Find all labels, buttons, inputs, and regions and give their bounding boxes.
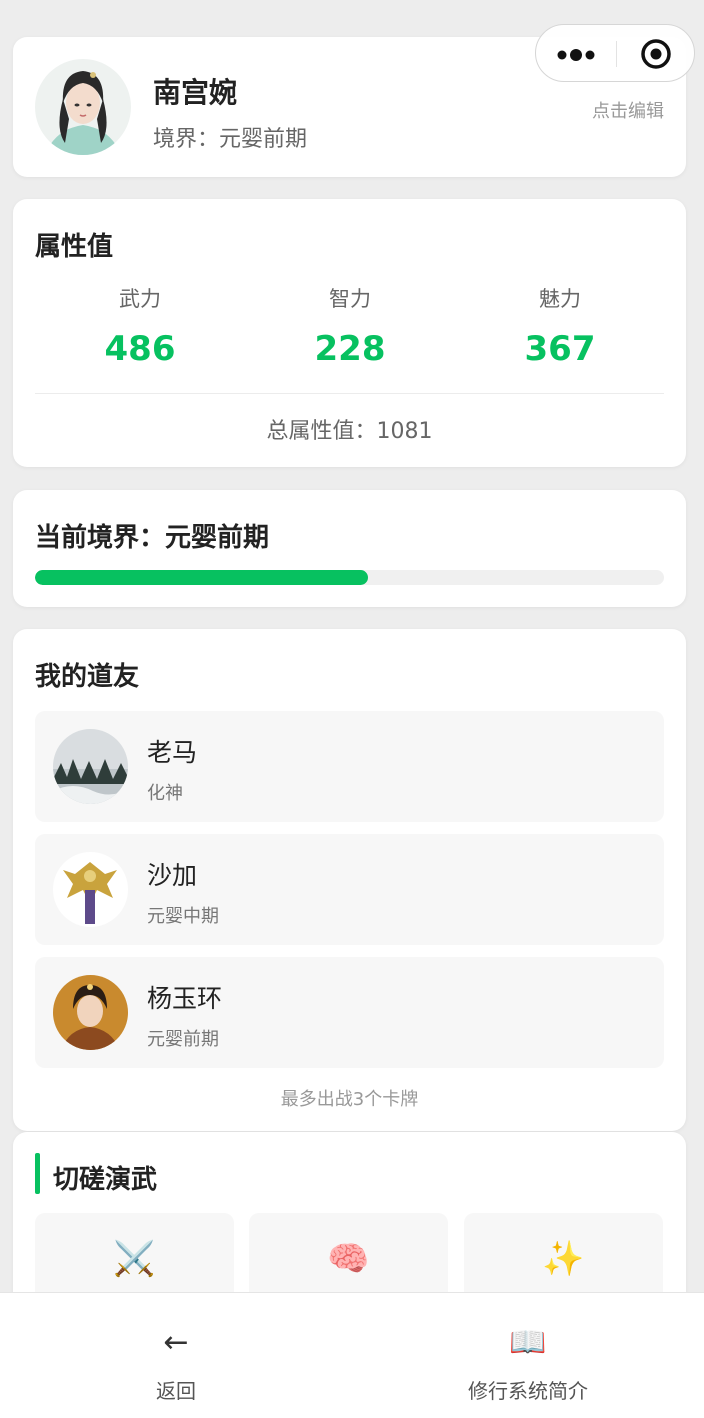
miniprogram-capsule [535,24,695,82]
attr-label: 智力 [329,287,371,311]
attr-charm: 魅力 367 [455,283,665,369]
tab-label: 修行系统简介 [468,1379,588,1403]
profile-avatar[interactable] [35,59,131,155]
spar-title: 切磋演武 [53,1165,158,1195]
friend-avatar [53,852,128,927]
attr-intelligence: 智力 228 [245,283,455,369]
friend-realm: 元婴前期 [147,1029,219,1050]
attributes-title: 属性值 [35,232,114,262]
friend-name: 老马 [147,738,198,767]
tab-label: 返回 [156,1379,196,1403]
divider [35,393,664,394]
attr-value: 228 [314,329,386,369]
realm-card: 当前境界：元婴前期 [13,490,686,607]
crossed-swords-icon: ⚔️ [113,1239,156,1279]
friends-title: 我的道友 [35,662,140,692]
friends-card: 我的道友 老马 化神 沙加 元婴中期 杨玉环 元婴前期 最多出战3个卡牌 [13,629,686,1131]
friend-realm: 化神 [147,783,183,804]
brain-icon: 🧠 [327,1239,370,1279]
attr-label: 武力 [119,287,161,311]
realm-progress-track [35,570,664,585]
friend-item[interactable]: 沙加 元婴中期 [35,834,664,945]
friend-avatar [53,729,128,804]
attributes-card: 属性值 武力 486 智力 228 魅力 367 总属性值：1081 [13,199,686,467]
sparkles-icon: ✨ [542,1239,585,1279]
friends-note: 最多出战3个卡牌 [280,1089,419,1110]
tab-cultivation-intro[interactable]: 📖 修行系统简介 [352,1293,704,1418]
capsule-divider [616,41,617,67]
target-circle-icon[interactable] [640,38,672,70]
profile-name: 南宫婉 [153,76,238,109]
friend-item[interactable]: 老马 化神 [35,711,664,822]
back-arrow-icon: ← [163,1325,189,1360]
friend-name: 沙加 [147,861,198,890]
profile-realm: 境界：元婴前期 [153,127,308,152]
edit-profile-link[interactable]: 点击编辑 [592,97,664,123]
friend-item[interactable]: 杨玉环 元婴前期 [35,957,664,1068]
attr-value: 367 [524,329,596,369]
section-accent-bar [35,1153,40,1194]
realm-title: 当前境界：元婴前期 [35,523,270,553]
friend-avatar [53,975,128,1050]
open-book-icon: 📖 [509,1325,547,1360]
attr-strength: 武力 486 [35,283,245,369]
attr-value: 486 [104,329,176,369]
bottom-tab-bar: ← 返回 📖 修行系统简介 [0,1292,704,1418]
realm-progress-fill [35,570,369,585]
attr-label: 魅力 [539,287,581,311]
friend-name: 杨玉环 [147,984,223,1013]
attr-total: 总属性值：1081 [266,419,433,444]
more-dots-icon[interactable] [556,47,596,61]
friend-realm: 元婴中期 [147,906,219,927]
tab-back[interactable]: ← 返回 [0,1293,352,1418]
